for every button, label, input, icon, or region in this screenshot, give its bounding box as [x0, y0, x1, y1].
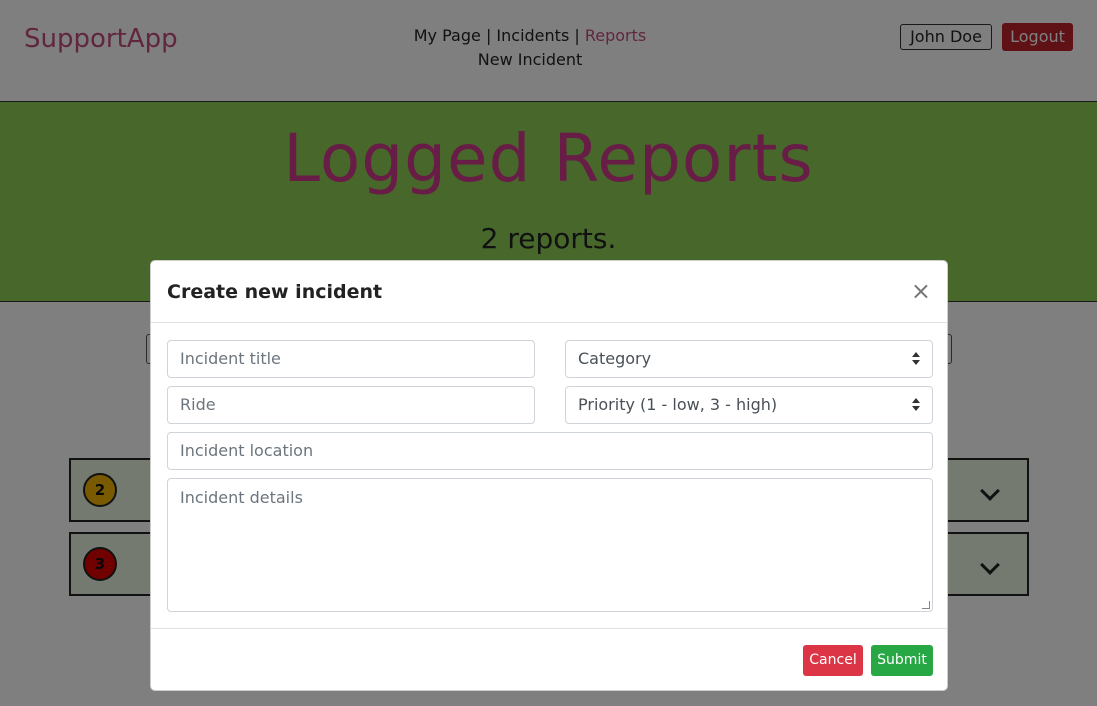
resize-handle-icon[interactable]	[922, 601, 930, 609]
incident-details-textarea[interactable]: Incident details	[167, 478, 933, 612]
cancel-button[interactable]: Cancel	[803, 645, 863, 676]
priority-select-value: Priority (1 - low, 3 - high)	[578, 395, 778, 414]
ride-input[interactable]: Ride	[167, 386, 535, 424]
close-icon[interactable]: ×	[911, 279, 931, 303]
modal-title: Create new incident	[167, 281, 383, 303]
select-arrows-icon	[912, 398, 920, 412]
modal-footer-divider	[151, 628, 947, 629]
incident-location-input[interactable]: Incident location	[167, 432, 933, 470]
incident-title-input[interactable]: Incident title	[167, 340, 535, 378]
create-incident-modal: Create new incident × Incident title Cat…	[150, 260, 948, 691]
incident-details-placeholder: Incident details	[180, 488, 303, 507]
category-select-value: Category	[578, 349, 652, 368]
priority-select[interactable]: Priority (1 - low, 3 - high)	[565, 386, 933, 424]
select-arrows-icon	[912, 352, 920, 366]
modal-header: Create new incident ×	[151, 261, 947, 323]
category-select[interactable]: Category	[565, 340, 933, 378]
submit-button[interactable]: Submit	[871, 645, 933, 676]
